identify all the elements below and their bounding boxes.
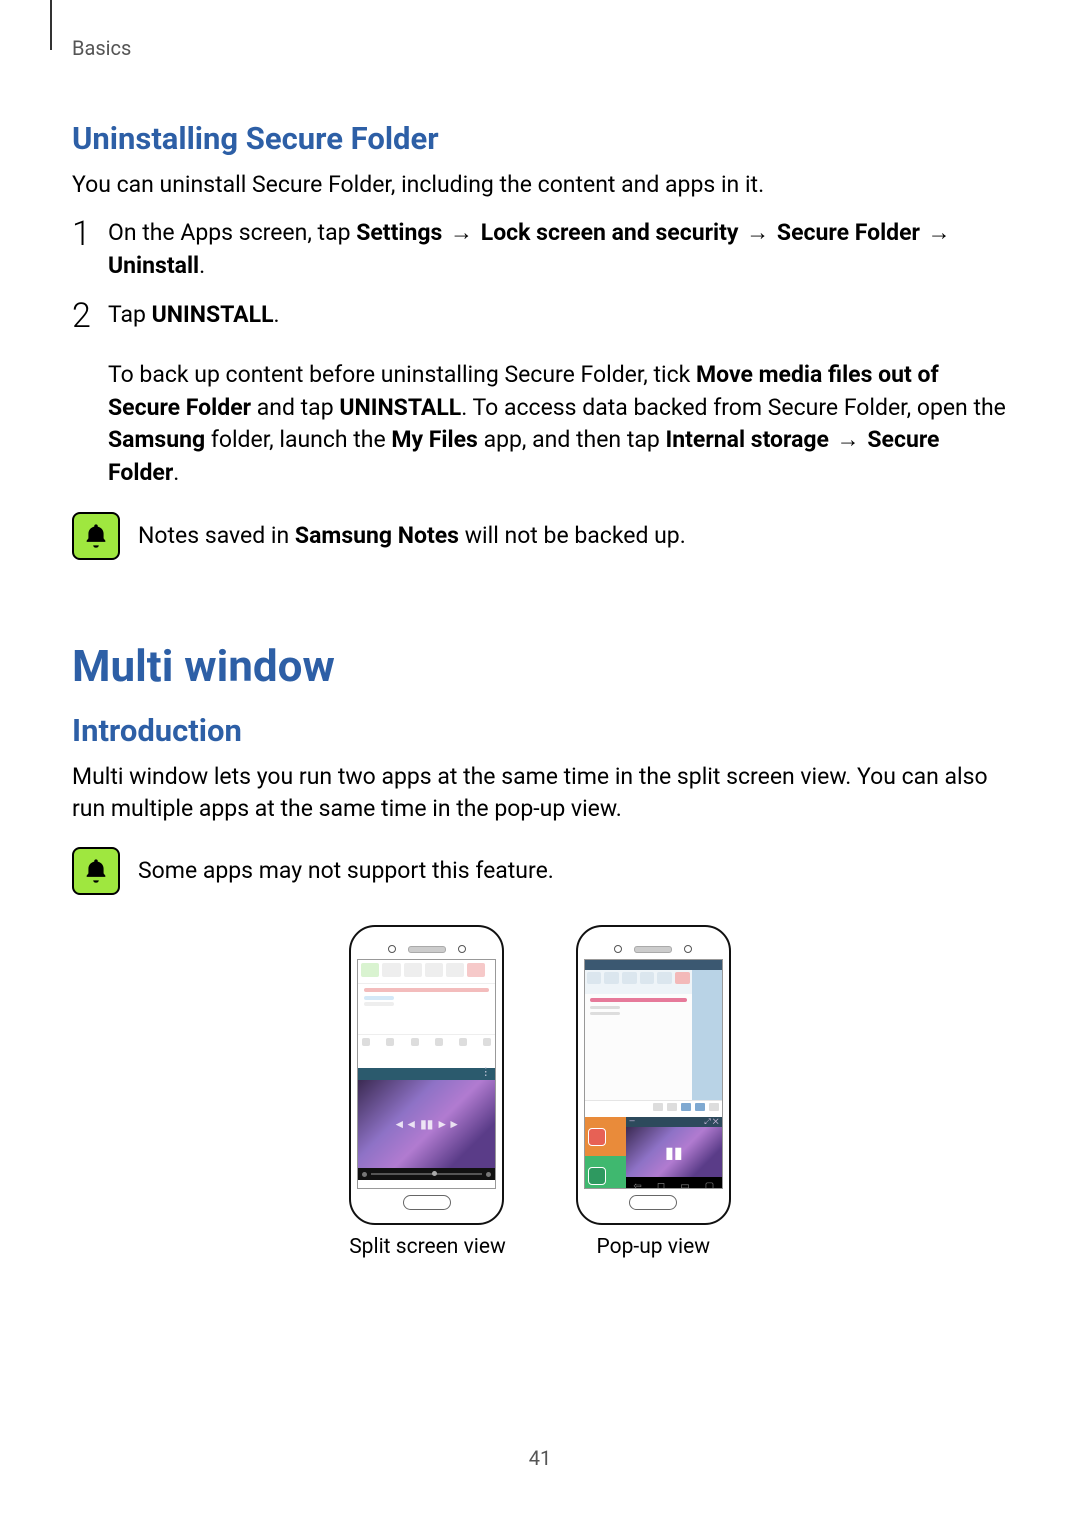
emphasis: Samsung: [108, 426, 205, 453]
step-body: On the Apps screen, tap Settings → Lock …: [108, 217, 1008, 282]
text: and tap: [257, 394, 334, 421]
note-block: Notes saved in Samsung Notes will not be…: [72, 512, 1008, 560]
intro-text: Multi window lets you run two apps at th…: [72, 761, 1008, 825]
phone-mock-popup: —⤢ ✕ ▮▮ ⇦◻▭▢: [576, 925, 731, 1225]
text: folder, launch the: [211, 426, 386, 453]
arrow-icon: →: [926, 219, 953, 246]
text: will not be backed up.: [465, 522, 686, 549]
arrow-icon: →: [835, 426, 862, 453]
step-number: 1: [72, 217, 108, 282]
heading-uninstalling-secure-folder: Uninstalling Secure Folder: [72, 120, 1008, 157]
note-text: Notes saved in Samsung Notes will not be…: [138, 520, 686, 552]
emphasis: Samsung Notes: [295, 522, 459, 549]
emphasis: UNINSTALL: [152, 301, 274, 328]
text: Tap: [108, 301, 146, 328]
step-body: Tap UNINSTALL. To back up content before…: [108, 299, 1008, 490]
emphasis: Settings: [356, 219, 442, 246]
figure-caption: Split screen view: [349, 1235, 506, 1259]
step-number: 2: [72, 299, 108, 490]
note-block: Some apps may not support this feature.: [72, 847, 1008, 895]
heading-multi-window: Multi window: [72, 640, 1008, 692]
step-1: 1 On the Apps screen, tap Settings → Loc…: [72, 217, 1008, 282]
text: Notes saved in: [138, 522, 289, 549]
text: On the Apps screen, tap: [108, 219, 351, 246]
emphasis: Secure Folder: [777, 219, 920, 246]
section-header-label: Basics: [72, 30, 1008, 60]
text: app, and then tap: [484, 426, 660, 453]
emphasis: Uninstall: [108, 252, 199, 279]
page-tab-indicator: [50, 0, 52, 50]
note-bell-icon: [72, 847, 120, 895]
phone-mock-split: ◄◄ ▮▮ ►►: [349, 925, 504, 1225]
emphasis: UNINSTALL: [339, 394, 461, 421]
page-number: 41: [0, 1446, 1080, 1470]
emphasis: Internal storage: [666, 426, 829, 453]
text: .: [173, 459, 179, 486]
figure-popup-view: —⤢ ✕ ▮▮ ⇦◻▭▢ Pop-up view: [576, 925, 731, 1259]
emphasis: My Files: [391, 426, 477, 453]
arrow-icon: →: [744, 219, 771, 246]
step-2: 2 Tap UNINSTALL. To back up content befo…: [72, 299, 1008, 490]
text: . To access data backed from Secure Fold…: [461, 394, 1006, 421]
arrow-icon: →: [448, 219, 475, 246]
heading-introduction: Introduction: [72, 712, 1008, 749]
text: To back up content before uninstalling S…: [108, 361, 690, 388]
emphasis: Lock screen and security: [481, 219, 739, 246]
text: .: [274, 301, 280, 328]
figure-caption: Pop-up view: [576, 1235, 731, 1259]
intro-text: You can uninstall Secure Folder, includi…: [72, 169, 1008, 201]
figures-row: ◄◄ ▮▮ ►► Split screen view: [72, 925, 1008, 1259]
note-bell-icon: [72, 512, 120, 560]
text: .: [199, 252, 205, 279]
figure-split-screen: ◄◄ ▮▮ ►► Split screen view: [349, 925, 506, 1259]
note-text: Some apps may not support this feature.: [138, 855, 554, 887]
